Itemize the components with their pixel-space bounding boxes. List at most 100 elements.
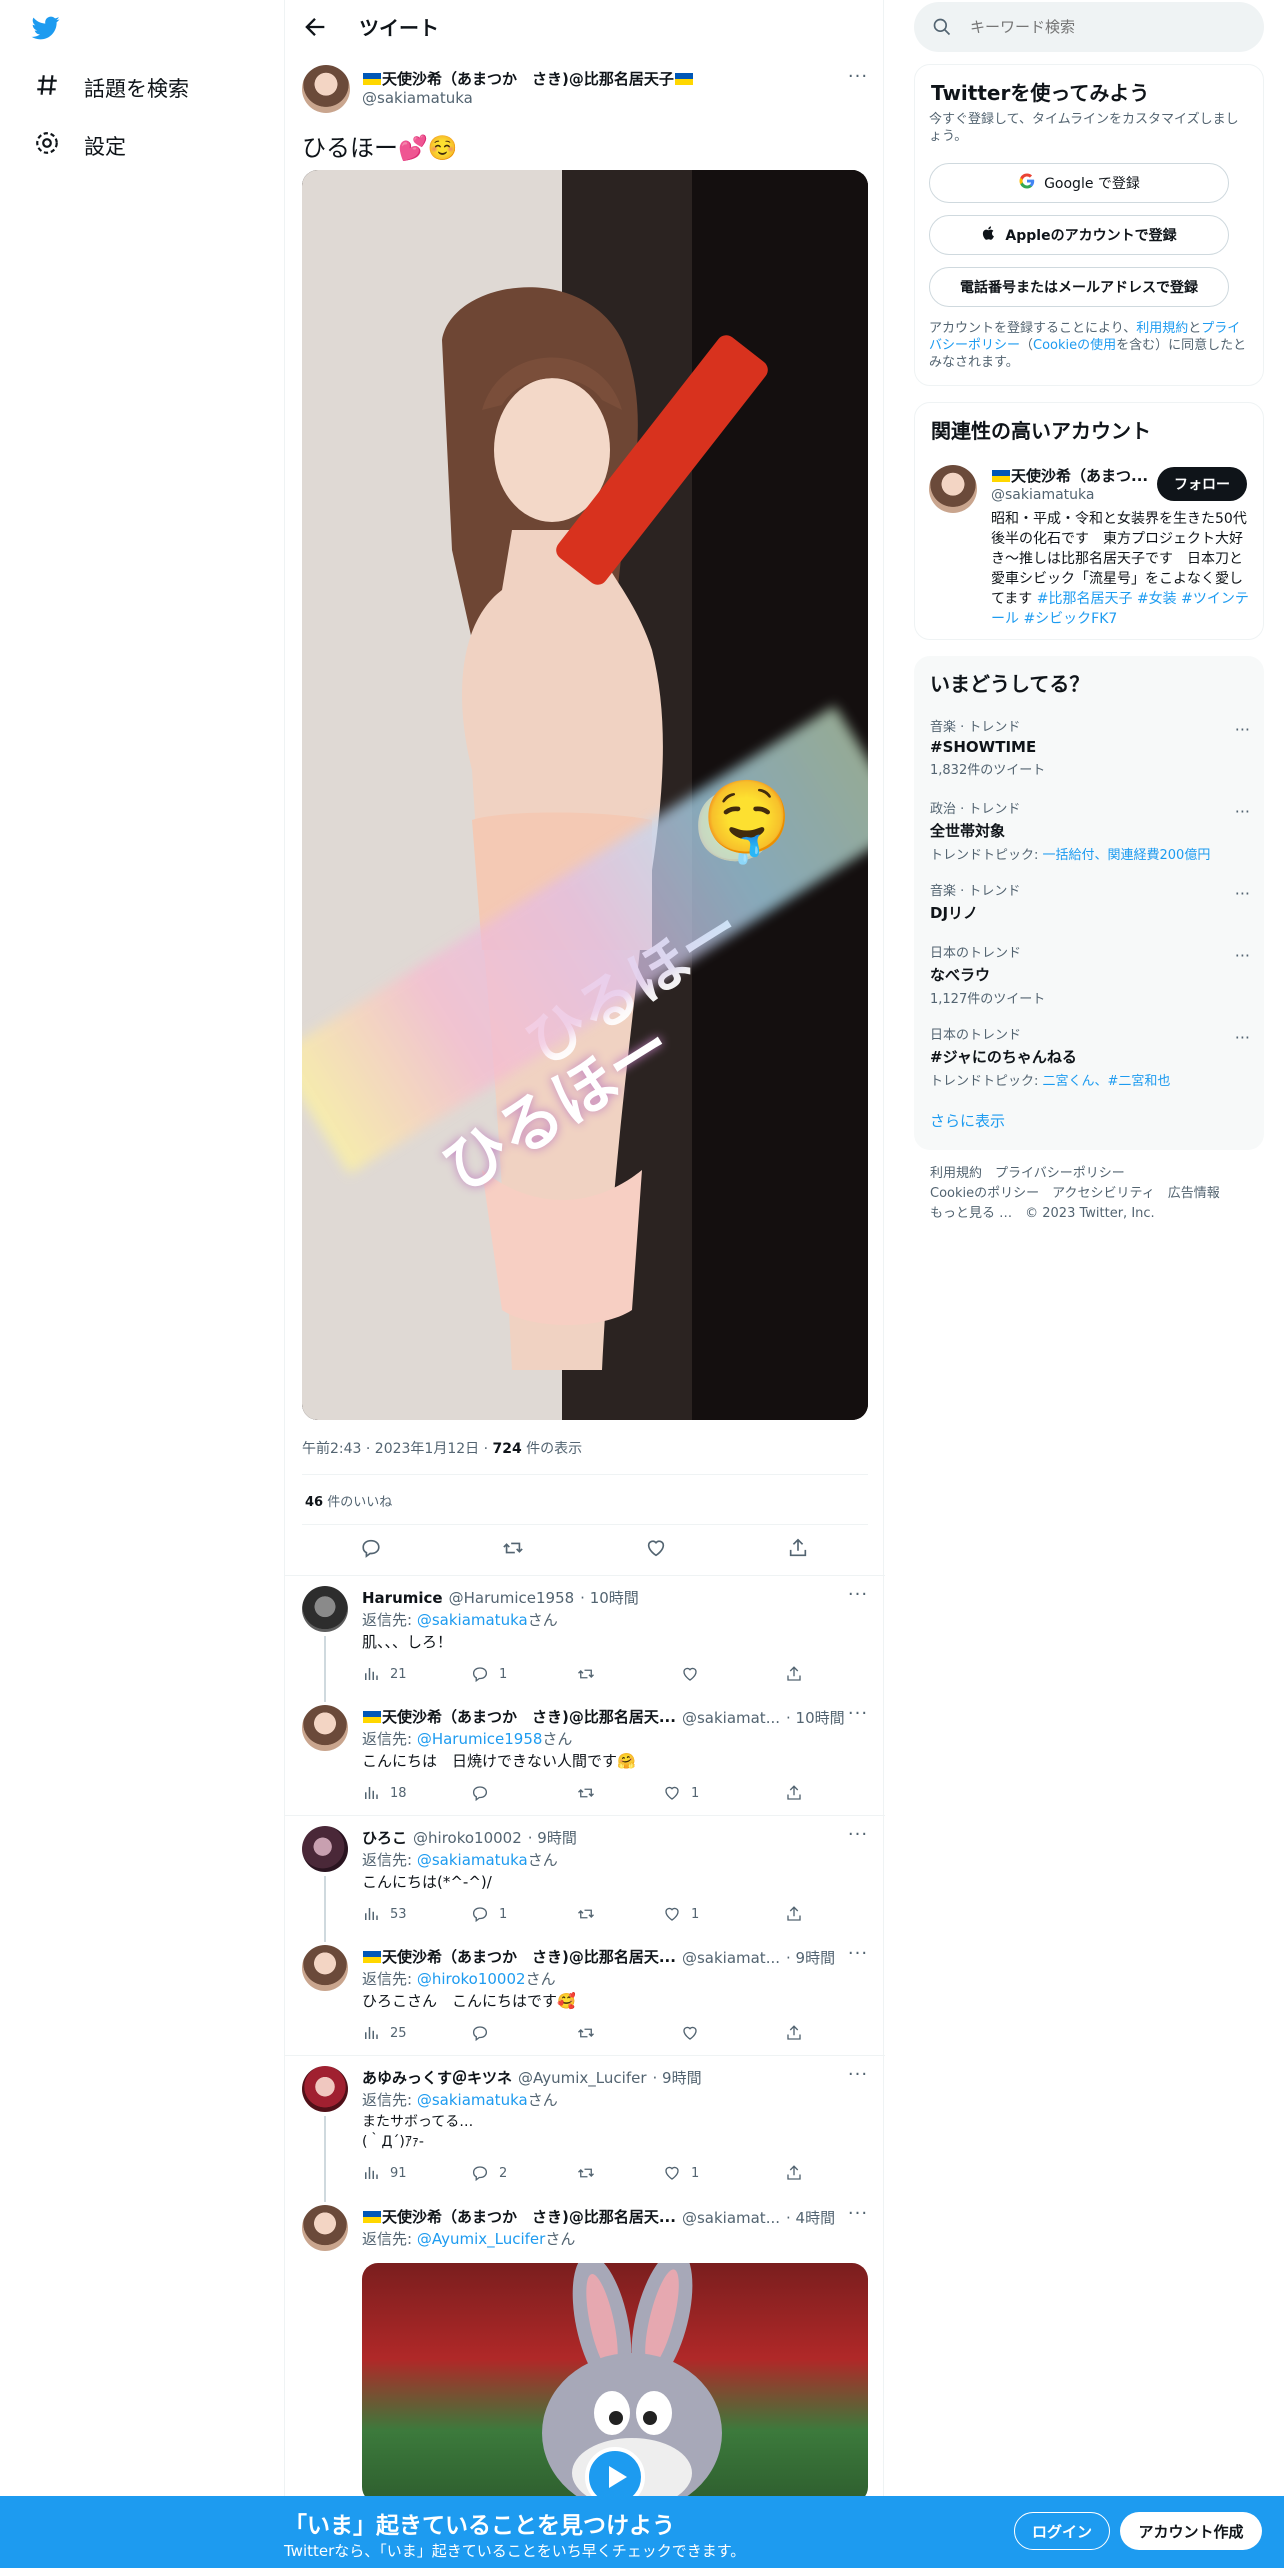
trend-topic-link[interactable]: 一括給付、関連経費200億円 [1043,848,1211,863]
terms-link[interactable]: 利用規約 [1136,321,1188,336]
reply-action[interactable]: 2 [471,2164,507,2182]
phone-email-signup-button[interactable]: 電話番号またはメールアドレスで登録 [929,267,1229,307]
more-options-icon[interactable]: ··· [847,2066,869,2090]
twitter-logo-icon[interactable] [30,14,62,46]
trend-item[interactable]: 日本のトレンド #ジャにのちゃんねる トレンドトピック: 二宮くん、#二宮和也 … [930,1024,1250,1089]
avatar[interactable] [302,1586,348,1632]
more-options-icon[interactable]: ··· [1235,1028,1250,1047]
reply-author-handle[interactable]: @sakiamat... [682,1949,780,1967]
footer-line[interactable]: 利用規約 プライバシーポリシー [930,1164,1220,1184]
reply-author-name[interactable]: ひろこ [362,1827,407,1848]
reply-author-name[interactable]: 天使沙希（あまつか さき)@比那名居天... [362,2206,676,2227]
likes-summary[interactable]: 46 件のいいね [305,1491,392,1510]
show-more-link[interactable]: さらに表示 [930,1110,1005,1131]
reply-time[interactable]: · 4時間 [786,2207,835,2228]
related-account-name[interactable]: 天使沙希（あまつ... [991,465,1148,486]
share-action[interactable] [785,2164,803,2182]
views-action[interactable]: 53 [362,1905,407,1923]
back-arrow-icon[interactable] [301,13,329,41]
nav-settings[interactable]: 設定 [34,130,126,161]
views-action[interactable]: 18 [362,1784,407,1802]
views-action[interactable]: 25 [362,2024,407,2042]
trend-item[interactable]: 音楽 · トレンド DJリノ ··· [930,880,1250,923]
trend-item[interactable]: 日本のトレンド なべラウ 1,127件のツイート ··· [930,942,1250,1007]
avatar[interactable] [302,1945,348,1991]
retweet-action[interactable] [577,1784,595,1802]
reply-author-name[interactable]: Harumice [362,1589,443,1607]
reply-author-handle[interactable]: @Ayumix_Lucifer [518,2069,646,2087]
search-bar[interactable] [914,2,1264,52]
like-action[interactable] [681,2024,699,2042]
avatar[interactable] [302,1705,348,1751]
like-action[interactable] [681,1665,699,1683]
related-account-handle[interactable]: @sakiamatuka [991,487,1094,503]
more-options-icon[interactable]: ··· [1235,802,1250,821]
reply-to-link[interactable]: @sakiamatuka [417,1611,528,1629]
login-button[interactable]: ログイン [1014,2512,1110,2550]
reply-to-link[interactable]: @Ayumix_Lucifer [417,2230,545,2248]
reply-time[interactable]: · 9時間 [653,2067,702,2088]
more-options-icon[interactable]: ··· [1235,884,1250,903]
more-options-icon[interactable]: ··· [1235,946,1250,965]
share-action[interactable] [785,1905,803,1923]
google-signup-button[interactable]: Google で登録 [929,163,1229,203]
share-action[interactable] [785,1784,803,1802]
share-icon[interactable] [787,1537,809,1563]
reply-icon[interactable] [360,1537,382,1563]
tweet-timestamp[interactable]: 午前2:43 · 2023年1月12日 · [302,1441,493,1457]
follow-button[interactable]: フォロー [1157,467,1247,501]
footer-line[interactable]: もっと見る … © 2023 Twitter, Inc. [930,1204,1220,1224]
retweet-action[interactable] [577,2024,595,2042]
retweet-action[interactable] [577,1905,595,1923]
play-icon[interactable] [585,2447,645,2503]
reply-author-name[interactable]: あゆみっくす＠キツネ [362,2067,512,2088]
reply-video[interactable] [362,2263,868,2503]
reply-time[interactable]: · 9時間 [528,1827,577,1848]
signup-button[interactable]: アカウント作成 [1120,2512,1262,2550]
views-action[interactable]: 91 [362,2164,407,2182]
like-action[interactable]: 1 [663,2164,699,2182]
avatar[interactable] [302,2066,348,2112]
reply-to-link[interactable]: @sakiamatuka [417,2091,528,2109]
trend-item[interactable]: 音楽 · トレンド #SHOWTIME 1,832件のツイート ··· [930,716,1250,778]
reply-author-handle[interactable]: @sakiamat... [682,1709,780,1727]
reply-time[interactable]: · 9時間 [786,1947,835,1968]
retweet-icon[interactable] [502,1537,524,1563]
retweet-action[interactable] [577,1665,595,1683]
more-options-icon[interactable]: ··· [847,68,869,92]
retweet-action[interactable] [577,2164,595,2182]
reply-to-link[interactable]: @sakiamatuka [417,1851,528,1869]
cookie-link[interactable]: Cookieの使用 [1033,338,1116,353]
avatar[interactable] [302,65,350,113]
reply-to-link[interactable]: @hiroko10002 [417,1970,526,1988]
more-options-icon[interactable]: ··· [847,1586,869,1610]
like-action[interactable]: 1 [663,1784,699,1802]
reply-author-handle[interactable]: @hiroko10002 [413,1829,522,1847]
footer-line[interactable]: Cookieのポリシー アクセシビリティ 広告情報 [930,1184,1220,1204]
more-options-icon[interactable]: ··· [847,1826,869,1850]
nav-explore[interactable]: 話題を検索 [34,72,189,103]
reply-action[interactable]: 1 [471,1665,507,1683]
trend-topic-link[interactable]: 二宮くん、#二宮和也 [1043,1074,1171,1089]
reply-author-name[interactable]: 天使沙希（あまつか さき)@比那名居天... [362,1946,676,1967]
reply-action[interactable] [471,2024,489,2042]
like-action[interactable]: 1 [663,1905,699,1923]
tweet-author-name[interactable]: 天使沙希（あまつか さき)@比那名居天子 [362,68,694,89]
more-options-icon[interactable]: ··· [1235,720,1250,739]
share-action[interactable] [785,1665,803,1683]
more-options-icon[interactable]: ··· [847,1945,869,1969]
avatar[interactable] [929,465,977,513]
like-icon[interactable] [645,1537,667,1563]
reply-time[interactable]: · 10時間 [580,1587,639,1608]
avatar[interactable] [302,1826,348,1872]
views-action[interactable]: 21 [362,1665,407,1683]
reply-time[interactable]: · 10時間 [786,1707,845,1728]
reply-to-link[interactable]: @Harumice1958 [417,1730,543,1748]
reply-author-handle[interactable]: @sakiamat... [682,2209,780,2227]
more-options-icon[interactable]: ··· [847,2205,869,2229]
more-options-icon[interactable]: ··· [847,1705,869,1729]
trend-item[interactable]: 政治 · トレンド 全世帯対象 トレンドトピック: 一括給付、関連経費200億円… [930,798,1250,863]
search-input[interactable] [970,16,1240,38]
reply-author-handle[interactable]: @Harumice1958 [449,1589,575,1607]
tweet-author-handle[interactable]: @sakiamatuka [362,89,473,107]
